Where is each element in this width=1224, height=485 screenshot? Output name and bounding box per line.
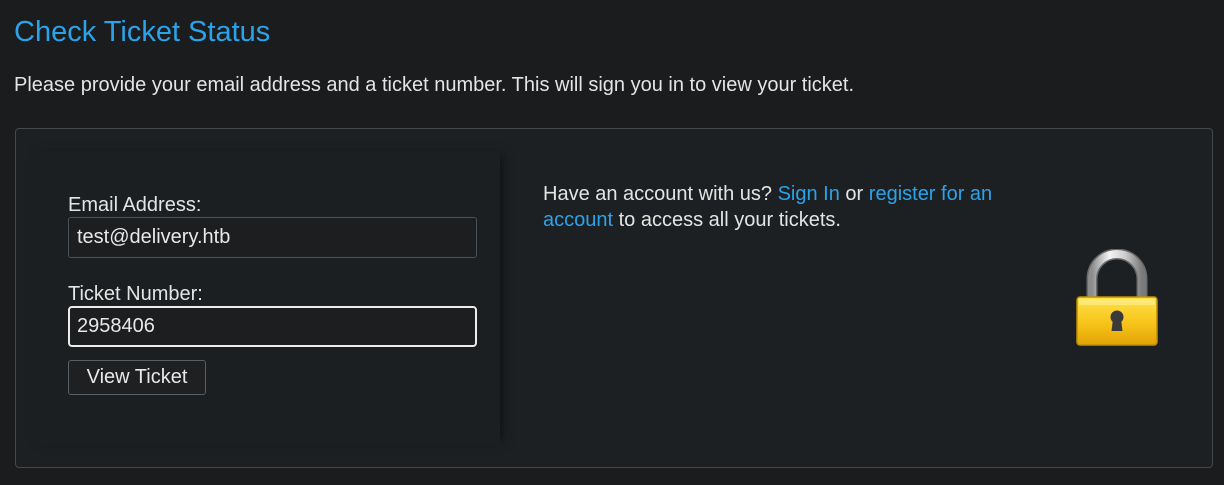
ticket-number-label: Ticket Number:	[68, 283, 203, 305]
sign-in-link[interactable]: Sign In	[778, 183, 840, 205]
account-info: Have an account with us? Sign In or regi…	[543, 181, 1043, 233]
or-text: or	[845, 183, 864, 205]
ticket-form: Email Address: Ticket Number: View Ticke…	[30, 151, 500, 445]
lock-icon	[1076, 249, 1158, 346]
account-suffix-text: to access all your tickets.	[618, 209, 841, 231]
view-ticket-button[interactable]: View Ticket	[68, 360, 206, 395]
email-field[interactable]	[68, 217, 477, 258]
account-prefix-text: Have an account with us?	[543, 183, 773, 205]
ticket-number-field[interactable]	[68, 306, 477, 347]
ticket-panel: Email Address: Ticket Number: View Ticke…	[15, 128, 1213, 468]
page-title: Check Ticket Status	[14, 16, 271, 48]
email-label: Email Address:	[68, 194, 202, 216]
intro-text: Please provide your email address and a …	[14, 74, 855, 96]
